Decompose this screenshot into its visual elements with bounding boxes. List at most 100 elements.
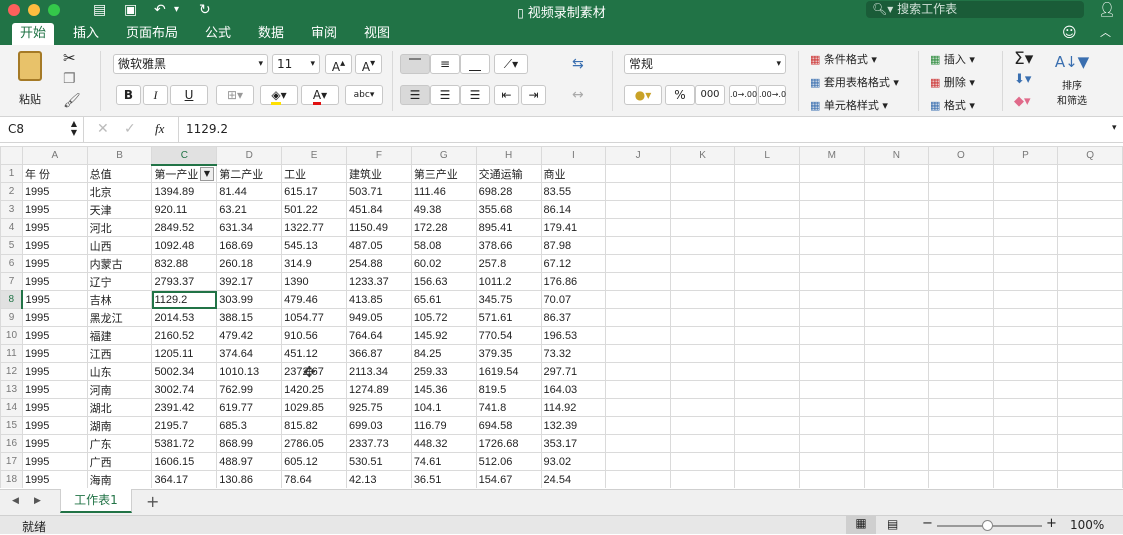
cell[interactable]: 176.86: [540, 272, 607, 291]
cell[interactable]: 1995: [21, 362, 88, 381]
cell[interactable]: [605, 290, 671, 309]
cell[interactable]: [992, 200, 1059, 219]
format-painter-icon[interactable]: 🖌︎: [63, 93, 81, 109]
cell[interactable]: [863, 164, 930, 183]
row-header[interactable]: 8: [0, 290, 24, 309]
cell[interactable]: 总值: [86, 164, 153, 183]
cell[interactable]: 1274.89: [345, 380, 412, 399]
cell[interactable]: [992, 344, 1059, 363]
cell[interactable]: [992, 272, 1059, 291]
row-header[interactable]: 17: [0, 452, 23, 471]
cell[interactable]: [605, 362, 671, 381]
number-format-select[interactable]: 常规 ▾: [624, 54, 786, 74]
cell[interactable]: 925.75: [345, 398, 412, 417]
insert-function-button[interactable]: fx: [155, 121, 164, 137]
normal-view-icon[interactable]: ▦: [846, 516, 876, 534]
cell[interactable]: [1057, 344, 1123, 363]
expand-formula-icon[interactable]: ▾: [1112, 123, 1117, 133]
cell[interactable]: 314.9: [281, 254, 347, 273]
cell[interactable]: 260.18: [216, 254, 283, 273]
cell[interactable]: 451.12: [281, 344, 347, 363]
cell[interactable]: [605, 398, 671, 417]
cell[interactable]: 699.03: [345, 416, 412, 435]
cell[interactable]: [1057, 236, 1123, 255]
cell[interactable]: 1029.85: [281, 398, 347, 417]
cell[interactable]: [1057, 362, 1123, 381]
cell[interactable]: 1995: [21, 380, 88, 399]
phonetic-button[interactable]: abc▾: [345, 85, 383, 105]
cell[interactable]: [669, 344, 736, 363]
cell[interactable]: [734, 164, 800, 183]
cell[interactable]: 910.56: [281, 326, 347, 345]
cell[interactable]: 694.58: [475, 416, 542, 435]
increase-font-size-button[interactable]: A▴: [325, 54, 352, 74]
tab-insert[interactable]: 插入: [65, 23, 107, 45]
cell[interactable]: [798, 344, 865, 363]
cell[interactable]: [669, 308, 736, 327]
cell[interactable]: 1129.2: [151, 290, 218, 309]
worksheet[interactable]: ABCDEFGHIJKLMNOPQ 1年 份总值 第一产业 第二产业 工业 建筑业 第三产…: [0, 146, 1123, 488]
page-layout-view-icon[interactable]: ▤: [887, 517, 898, 531]
cell[interactable]: [1057, 416, 1123, 435]
cell[interactable]: 1995: [21, 434, 88, 453]
cell[interactable]: [992, 236, 1059, 255]
cell[interactable]: 920.11: [151, 200, 218, 219]
cell[interactable]: 413.85: [345, 290, 412, 309]
column-header[interactable]: O: [928, 146, 994, 165]
cell[interactable]: 74.61: [410, 452, 477, 471]
cell[interactable]: [992, 182, 1059, 201]
cell[interactable]: 70.07: [540, 290, 607, 309]
cell[interactable]: [863, 254, 930, 273]
row-header[interactable]: 6: [0, 254, 23, 273]
cell[interactable]: 168.69: [216, 236, 283, 255]
enter-formula-icon[interactable]: ✓: [124, 121, 136, 137]
cell[interactable]: 1010.13: [216, 362, 283, 381]
align-right-button[interactable]: ☰: [460, 85, 490, 105]
cell[interactable]: 130.86: [216, 470, 283, 488]
underline-button[interactable]: U: [170, 85, 208, 105]
cell[interactable]: [1057, 254, 1123, 273]
delete-cells-button[interactable]: ▦ 删除 ▾: [930, 74, 975, 90]
cell[interactable]: [928, 398, 994, 417]
cell[interactable]: 1606.15: [151, 452, 218, 471]
cell[interactable]: 58.08: [410, 236, 477, 255]
cell[interactable]: [992, 362, 1059, 381]
cell[interactable]: [1057, 290, 1123, 309]
cell[interactable]: 388.15: [216, 308, 283, 327]
tab-page-layout[interactable]: 页面布局: [118, 23, 186, 45]
cell[interactable]: [1057, 308, 1123, 327]
cell[interactable]: [992, 398, 1059, 417]
cell[interactable]: [734, 452, 800, 471]
tab-formulas[interactable]: 公式: [197, 23, 239, 45]
cell[interactable]: 111.46: [410, 182, 477, 201]
cell[interactable]: 第二产业: [216, 164, 283, 183]
cut-icon[interactable]: ✂: [63, 49, 76, 67]
cell[interactable]: [928, 452, 994, 471]
cell[interactable]: [928, 236, 994, 255]
italic-button[interactable]: I: [143, 85, 168, 105]
tab-view[interactable]: 视图: [356, 23, 398, 45]
column-header[interactable]: J: [605, 146, 671, 165]
formula-input[interactable]: 1129.2: [178, 117, 1098, 142]
cell[interactable]: [1057, 398, 1123, 417]
cell[interactable]: 2786.05: [281, 434, 347, 453]
cell[interactable]: 1205.11: [151, 344, 218, 363]
cell[interactable]: 379.35: [475, 344, 542, 363]
cell[interactable]: 1619.54: [475, 362, 542, 381]
cell[interactable]: 49.38: [410, 200, 477, 219]
cell[interactable]: [605, 326, 671, 345]
cell[interactable]: 商业: [540, 164, 607, 183]
cell[interactable]: [992, 290, 1059, 309]
align-center-button[interactable]: ☰: [430, 85, 460, 105]
align-middle-button[interactable]: ≡: [430, 54, 460, 74]
cell[interactable]: 487.05: [345, 236, 412, 255]
cell[interactable]: 1995: [21, 452, 88, 471]
cell[interactable]: [605, 272, 671, 291]
cell[interactable]: [734, 434, 800, 453]
cell[interactable]: 619.77: [216, 398, 283, 417]
cell[interactable]: [669, 326, 736, 345]
cell[interactable]: [605, 182, 671, 201]
cell[interactable]: 1394.89: [151, 182, 218, 201]
cell[interactable]: [734, 470, 800, 488]
row-header[interactable]: 3: [0, 200, 23, 219]
